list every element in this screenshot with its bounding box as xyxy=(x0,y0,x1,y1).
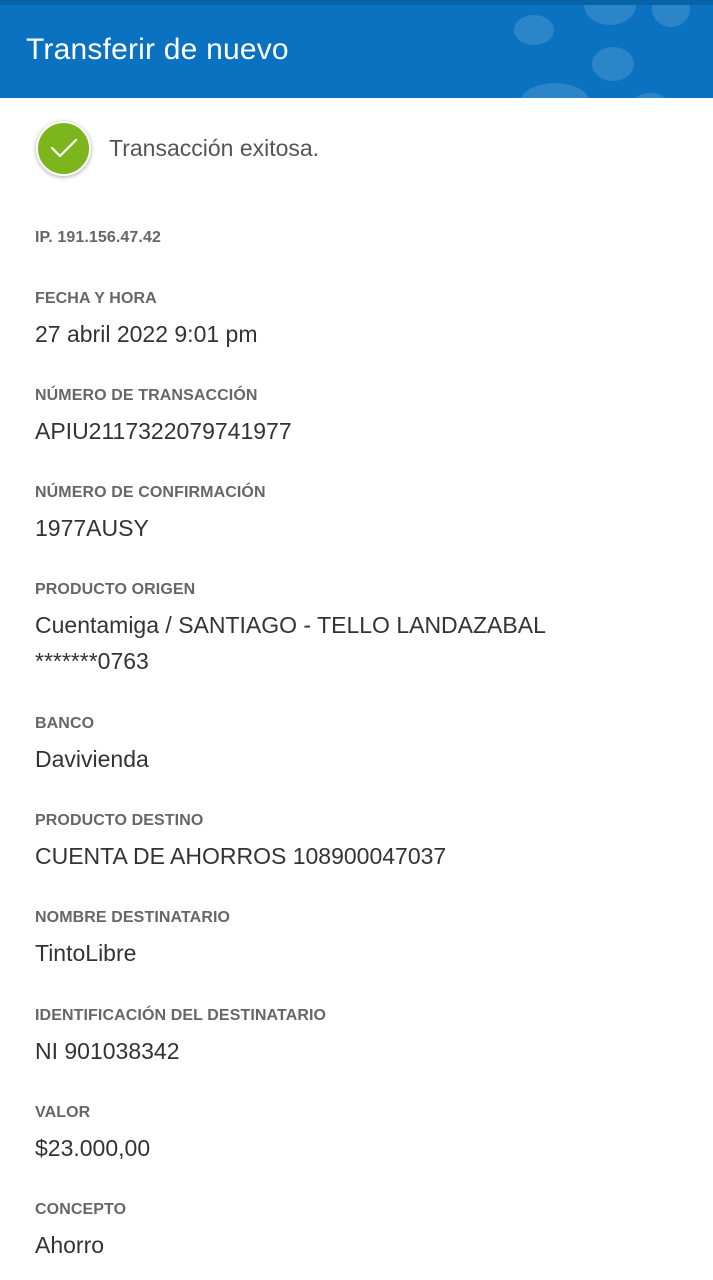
check-circle-icon xyxy=(36,120,91,176)
field-recipient-name: NOMBRE DESTINATARIO TintoLibre xyxy=(35,909,695,971)
field-value: 1977AUSY xyxy=(35,515,149,541)
field-label: PRODUCTO ORIGEN xyxy=(35,581,196,598)
field-value: NI 901038342 xyxy=(35,1038,180,1064)
field-value: CUENTA DE AHORROS 108900047037 xyxy=(35,843,447,869)
status-message: Transacción exitosa. xyxy=(109,134,320,161)
field-value: APIU2117322079741977 xyxy=(35,418,292,444)
field-amount: VALOR $23.000,00 xyxy=(35,1104,695,1166)
field-label: BANCO xyxy=(35,715,95,732)
field-confirmation-number: NÚMERO DE CONFIRMACIÓN 1977AUSY xyxy=(35,484,695,546)
field-value: Ahorro xyxy=(35,1232,105,1258)
header-decoration xyxy=(584,5,636,25)
field-label: FECHA Y HORA xyxy=(35,290,157,307)
field-date-time: FECHA Y HORA 27 abril 2022 9:01 pm xyxy=(35,290,695,352)
header-decoration xyxy=(652,5,690,27)
field-value: Cuentamiga / SANTIAGO - TELLO LANDAZABAL xyxy=(35,612,546,638)
field-concept: CONCEPTO Ahorro xyxy=(35,1201,695,1263)
field-label: CONCEPTO xyxy=(35,1201,127,1218)
field-label: PRODUCTO DESTINO xyxy=(35,812,204,829)
field-value: Davivienda xyxy=(35,746,149,772)
header-decoration xyxy=(630,93,670,98)
field-value: 27 abril 2022 9:01 pm xyxy=(35,321,258,347)
page-title: Transferir de nuevo xyxy=(26,33,289,66)
header-decoration xyxy=(592,47,634,81)
field-label: NÚMERO DE TRANSACCIÓN xyxy=(35,387,258,404)
field-label: NOMBRE DESTINATARIO xyxy=(35,909,231,926)
header-decoration xyxy=(520,83,590,98)
field-label: NÚMERO DE CONFIRMACIÓN xyxy=(35,484,266,501)
field-destination-product: PRODUCTO DESTINO CUENTA DE AHORROS 10890… xyxy=(35,812,695,874)
field-value: $23.000,00 xyxy=(35,1135,151,1161)
field-label: IDENTIFICACIÓN DEL DESTINATARIO xyxy=(35,1007,327,1024)
transaction-status: Transacción exitosa. xyxy=(36,120,319,176)
field-value-account: *******0763 xyxy=(35,648,149,674)
field-value: TintoLibre xyxy=(35,940,137,966)
field-label: VALOR xyxy=(35,1104,91,1121)
header-decoration xyxy=(514,15,554,45)
field-origin-product: PRODUCTO ORIGEN Cuentamiga / SANTIAGO - … xyxy=(35,581,695,679)
field-recipient-id: IDENTIFICACIÓN DEL DESTINATARIO NI 90103… xyxy=(35,1007,695,1069)
ip-label: IP. 191.156.47.42 xyxy=(35,229,161,246)
field-bank: BANCO Davivienda xyxy=(35,715,695,777)
app-header: Transferir de nuevo xyxy=(0,0,713,98)
ip-address: IP. 191.156.47.42 xyxy=(35,229,695,247)
field-transaction-number: NÚMERO DE TRANSACCIÓN APIU21173220797419… xyxy=(35,387,695,449)
